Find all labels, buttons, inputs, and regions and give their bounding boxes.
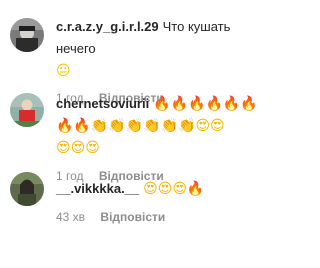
comment-content: chernetsoviurii 🔥🔥🔥🔥🔥🔥 🔥🔥👏👏👏👏👏👏😍😍 😍😍😍 1 г… — [56, 93, 270, 183]
comment-content: __.vikkkka.__ 😍😍😍🔥 43 хв Відповісти — [56, 178, 270, 224]
heart-eyes-emoji-line: 😍😍😍 — [56, 140, 100, 156]
username[interactable]: c.r.a.z.y_g.i.r.l.29 — [56, 19, 159, 34]
avatar[interactable] — [10, 18, 44, 52]
comment-text: chernetsoviurii 🔥🔥🔥🔥🔥🔥 🔥🔥👏👏👏👏👏👏😍😍 😍😍😍 — [56, 93, 270, 159]
avatar[interactable] — [10, 93, 44, 127]
comment-text: c.r.a.z.y_g.i.r.l.29 Что кушать нечего 😐 — [56, 16, 270, 82]
emoji-line: 😍😍😍🔥 — [143, 181, 205, 197]
reply-button[interactable]: Відповісти — [100, 210, 165, 224]
comment-text: __.vikkkka.__ 😍😍😍🔥 — [56, 178, 270, 200]
fire-emoji-line: 🔥🔥🔥🔥🔥🔥 — [153, 96, 258, 112]
timestamp: 43 хв — [56, 210, 86, 224]
comment-content: c.r.a.z.y_g.i.r.l.29 Что кушать нечего 😐 … — [56, 16, 270, 105]
neutral-face-emoji: 😐 — [56, 63, 71, 79]
username[interactable]: chernetsoviurii — [56, 96, 149, 111]
emoji-line: 🔥🔥👏👏👏👏👏👏😍😍 — [56, 118, 225, 134]
username[interactable]: __.vikkkka.__ — [56, 181, 139, 196]
comment-meta: 43 хв Відповісти — [56, 210, 270, 224]
avatar[interactable] — [10, 172, 44, 206]
